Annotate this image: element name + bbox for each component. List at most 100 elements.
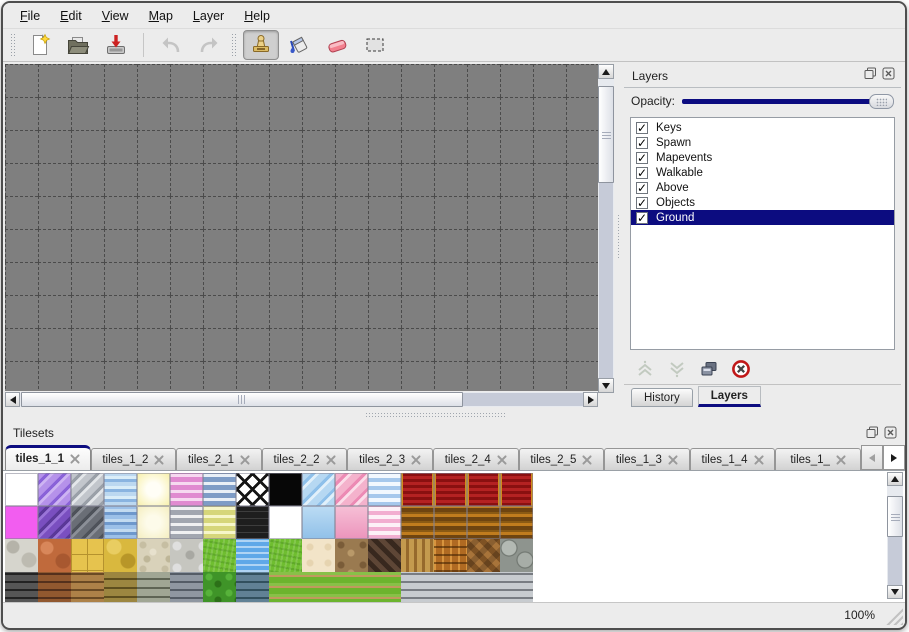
canvas-horizontal-scrollbar[interactable]: [5, 392, 598, 407]
palette-tile[interactable]: [137, 539, 170, 572]
menu-edit[interactable]: Edit: [51, 6, 91, 26]
layer-visibility-checkbox[interactable]: ✓: [636, 167, 648, 179]
scroll-right-button[interactable]: [583, 392, 598, 407]
menu-layer[interactable]: Layer: [184, 6, 233, 26]
palette-tile[interactable]: [38, 473, 71, 506]
palette-tile[interactable]: [104, 539, 137, 572]
palette-tile[interactable]: [137, 572, 170, 602]
panel-splitter-vertical[interactable]: [614, 64, 624, 407]
delete-layer-button[interactable]: [730, 358, 752, 380]
close-tab-icon[interactable]: [497, 455, 507, 465]
palette-tile[interactable]: [71, 473, 104, 506]
palette-tile[interactable]: [302, 539, 335, 572]
palette-tile[interactable]: [434, 572, 467, 602]
scroll-up-button[interactable]: [598, 64, 614, 79]
palette-tile[interactable]: [5, 572, 38, 602]
palette-tile[interactable]: [467, 506, 500, 539]
palette-tile[interactable]: [467, 539, 500, 572]
scrollbar-track[interactable]: [888, 537, 902, 585]
menu-file[interactable]: File: [11, 6, 49, 26]
palette-tile[interactable]: [500, 473, 533, 506]
scrollbar-thumb[interactable]: [887, 496, 903, 537]
menu-map[interactable]: Map: [140, 6, 182, 26]
redo-button[interactable]: [191, 30, 227, 60]
close-tab-icon[interactable]: [582, 455, 592, 465]
palette-tile[interactable]: [236, 473, 269, 506]
palette-tile[interactable]: [203, 473, 236, 506]
palette-tile[interactable]: [500, 506, 533, 539]
palette-tile[interactable]: [38, 572, 71, 602]
palette-tile[interactable]: [368, 539, 401, 572]
layer-row-mapevents[interactable]: ✓Mapevents: [631, 150, 894, 165]
palette-tile[interactable]: [170, 473, 203, 506]
palette-tile[interactable]: [434, 473, 467, 506]
palette-tile[interactable]: [368, 572, 401, 602]
palette-tile[interactable]: [104, 572, 137, 602]
palette-tile[interactable]: [500, 572, 533, 602]
palette-tile[interactable]: [467, 473, 500, 506]
stamp-tool-button[interactable]: [243, 30, 279, 60]
palette-tile[interactable]: [302, 572, 335, 602]
palette-tile[interactable]: [401, 506, 434, 539]
palette-tile[interactable]: [269, 473, 302, 506]
scroll-down-button[interactable]: [598, 378, 614, 393]
scrollbar-thumb[interactable]: [598, 86, 614, 183]
undo-button[interactable]: [153, 30, 189, 60]
close-panel-icon[interactable]: [884, 426, 897, 444]
palette-tile[interactable]: [269, 539, 302, 572]
palette-vertical-scrollbar[interactable]: [887, 472, 903, 599]
tileset-tab-tiles_1_4[interactable]: tiles_1_4: [690, 448, 776, 470]
palette-tile[interactable]: [236, 572, 269, 602]
tileset-tab-tiles_2_2[interactable]: tiles_2_2: [262, 448, 348, 470]
palette-tile[interactable]: [467, 572, 500, 602]
layer-visibility-checkbox[interactable]: ✓: [636, 152, 648, 164]
palette-tile[interactable]: [170, 539, 203, 572]
duplicate-layer-button[interactable]: [698, 358, 720, 380]
save-file-button[interactable]: [98, 30, 134, 60]
panel-splitter-horizontal[interactable]: [3, 407, 905, 421]
palette-tile[interactable]: [335, 572, 368, 602]
tileset-tab-tiles_1_[interactable]: tiles_1_: [775, 448, 861, 470]
palette-tile[interactable]: [38, 506, 71, 539]
palette-tile[interactable]: [137, 473, 170, 506]
palette-tile[interactable]: [71, 506, 104, 539]
palette-tile[interactable]: [434, 539, 467, 572]
palette-tile[interactable]: [401, 473, 434, 506]
close-tab-icon[interactable]: [754, 455, 764, 465]
palette-tile[interactable]: [5, 539, 38, 572]
palette-tile[interactable]: [335, 473, 368, 506]
layer-row-spawn[interactable]: ✓Spawn: [631, 135, 894, 150]
close-tab-icon[interactable]: [326, 455, 336, 465]
new-file-button[interactable]: [22, 30, 58, 60]
opacity-slider[interactable]: [682, 93, 894, 109]
close-tab-icon[interactable]: [70, 454, 80, 464]
scroll-tabs-right-button[interactable]: [883, 445, 905, 470]
map-canvas[interactable]: [5, 64, 598, 391]
palette-tile[interactable]: [170, 506, 203, 539]
palette-tile[interactable]: [236, 506, 269, 539]
tab-history[interactable]: History: [631, 388, 693, 407]
close-tab-icon[interactable]: [411, 455, 421, 465]
close-tab-icon[interactable]: [154, 455, 164, 465]
layer-row-ground[interactable]: ✓Ground: [631, 210, 894, 225]
palette-tile[interactable]: [368, 473, 401, 506]
float-panel-icon[interactable]: [864, 67, 877, 85]
tileset-tab-tiles_2_4[interactable]: tiles_2_4: [433, 448, 519, 470]
close-panel-icon[interactable]: [882, 67, 895, 85]
palette-tile[interactable]: [302, 506, 335, 539]
move-layer-up-button[interactable]: [634, 358, 656, 380]
layer-row-above[interactable]: ✓Above: [631, 180, 894, 195]
menu-help[interactable]: Help: [235, 6, 279, 26]
layer-visibility-checkbox[interactable]: ✓: [636, 197, 648, 209]
palette-tile[interactable]: [203, 506, 236, 539]
scrollbar-track[interactable]: [599, 183, 613, 378]
layer-visibility-checkbox[interactable]: ✓: [636, 122, 648, 134]
palette-tile[interactable]: [104, 506, 137, 539]
palette-tile[interactable]: [5, 473, 38, 506]
palette-tile[interactable]: [71, 539, 104, 572]
layer-row-walkable[interactable]: ✓Walkable: [631, 165, 894, 180]
palette-tile[interactable]: [236, 539, 269, 572]
palette-tile[interactable]: [434, 506, 467, 539]
tab-layers[interactable]: Layers: [698, 386, 761, 407]
opacity-slider-track[interactable]: [682, 99, 892, 104]
